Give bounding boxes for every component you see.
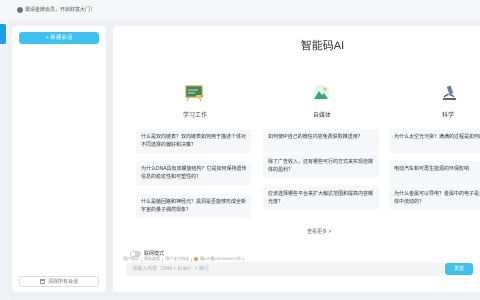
footer-link-user-agreement[interactable]: 用户协议 [123, 256, 139, 262]
message-input-box [126, 262, 474, 276]
suggestion-card[interactable]: 为什么太空光污染？满满的过程是如何的？ [389, 129, 480, 153]
icp-number[interactable]: 赣ICP备2023006873号-1 [200, 256, 244, 262]
suggestion-card[interactable]: 应该选择哪些平台来扩大触达范围和提高内容曝光度？ [263, 186, 379, 210]
category-label: 自媒体 [313, 113, 332, 119]
page-title: 智能码AI [300, 40, 345, 52]
notice-icon [17, 7, 23, 13]
trash-icon [39, 279, 45, 284]
police-badge-icon [194, 257, 199, 261]
notice-text[interactable]: 邀请金牌会员，开启财富大门！ [25, 6, 95, 13]
send-button[interactable]: 发送 [445, 263, 473, 275]
view-more-link[interactable]: 查看更多 > [307, 228, 331, 235]
microscope-icon [443, 85, 456, 100]
message-input[interactable] [126, 262, 406, 276]
footer: 用户协议 | 隐私政策 | 用户支付协议 | 赣ICP备2023006873号-… [123, 256, 245, 262]
suggestion-card[interactable]: 如何使IP自己的微信内容免费获取推送用？ [263, 129, 379, 153]
footer-link-payment[interactable]: 用户支付协议 [165, 256, 189, 262]
sidebar: + 新建会话 清除所有会话 [12, 26, 106, 292]
main-panel: 智能码AI 学习工作 什么是双向链表？双向链表如何用于描述个体对不同选择的偏好和… [113, 26, 480, 292]
chalkboard-icon [185, 85, 203, 102]
top-bar: 邀请金牌会员，开启财富大门！ [0, 0, 480, 20]
suggestion-card[interactable]: 电动汽车和可再生能源的环保影响 [389, 161, 480, 185]
suggestion-card[interactable]: 为什么DNA具有双螺旋结构？它是如何保持遗传信息的稳定性和可塑性的？ [136, 161, 252, 185]
left-rail [0, 20, 9, 300]
mountain-icon [313, 85, 329, 101]
suggestion-card[interactable]: 为什么金属可以导电？金属中的电子是为何在导体中流动的？ [389, 186, 480, 210]
suggestion-card[interactable]: 什么是脑回路和神经元？黑洞是否能够形成全新宇宙的量子偶然现象？ [136, 194, 252, 218]
clear-all-button[interactable]: 清除所有会话 [19, 276, 99, 287]
category-label: 学习工作 [183, 113, 208, 119]
footer-link-privacy[interactable]: 隐私政策 [144, 256, 160, 262]
suggestion-card[interactable]: 什么是双向链表？双向链表如何用于描述个体对不同选择的偏好和决策？ [136, 129, 252, 153]
category-label: 科学 [442, 113, 455, 119]
new-chat-button[interactable]: + 新建会话 [19, 32, 99, 44]
clear-all-label: 清除所有会话 [47, 279, 78, 285]
rail-active-indicator[interactable] [0, 24, 6, 44]
suggestion-card[interactable]: 除了广告收入，还有哪些可行的方式来实现自媒体的盈利？ [263, 154, 379, 178]
